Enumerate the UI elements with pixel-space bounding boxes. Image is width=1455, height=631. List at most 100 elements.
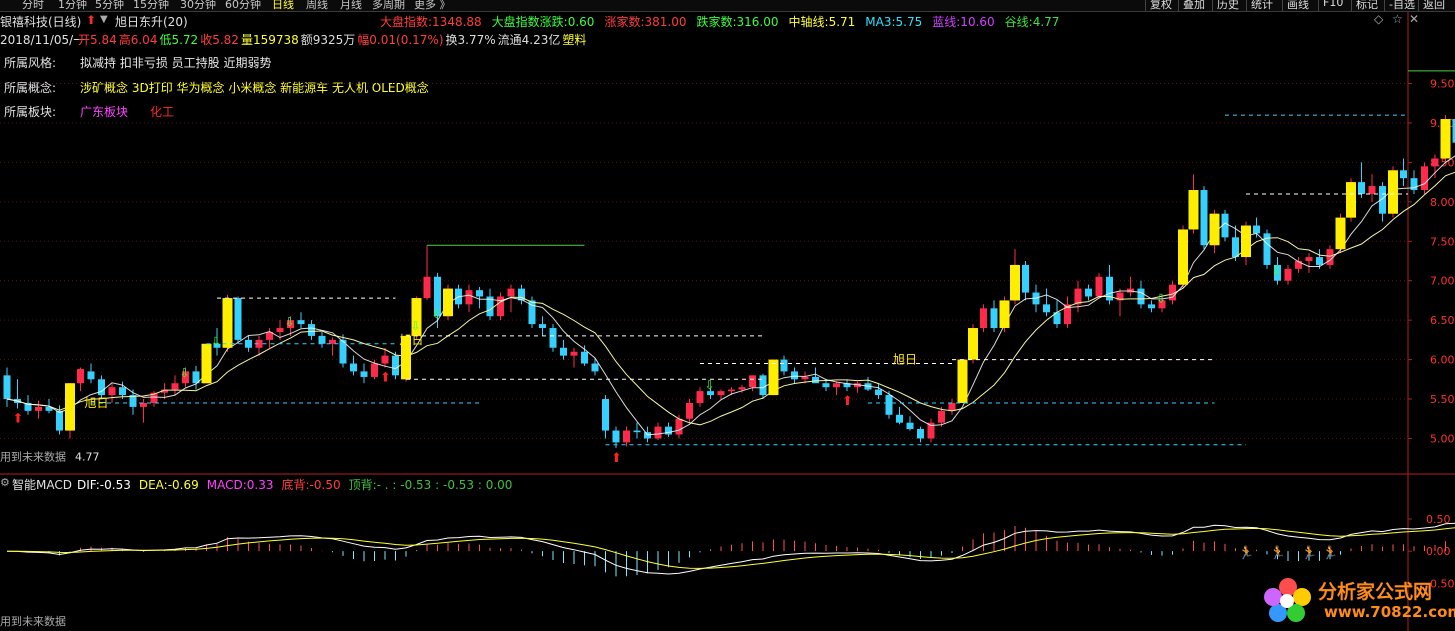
candle-body-124 <box>1305 257 1313 261</box>
candle-body-55 <box>581 351 588 364</box>
runner-icon-0: 🏃 <box>1238 545 1254 561</box>
macd-item-4: 顶背:- . : -0.53 : -0.53 : 0.00 <box>348 478 513 492</box>
candle-body-54 <box>570 351 578 356</box>
y-tick-label-0: 9.50 <box>1430 78 1455 91</box>
candle-body-117 <box>1232 237 1239 258</box>
candle-body-84 <box>885 395 893 415</box>
runner-icon-2: 🏃 <box>1301 545 1317 561</box>
candle-body-104 <box>1095 276 1103 297</box>
signal-bar-127 <box>1335 217 1346 250</box>
candle-body-56 <box>591 363 599 372</box>
candle-body-65 <box>686 402 693 419</box>
candle-body-86 <box>906 422 914 429</box>
red-up-arrow-icon-3: ⬆ <box>842 394 853 409</box>
signal-bar-128 <box>1346 182 1356 218</box>
candle-body-109 <box>1148 304 1155 309</box>
signal-bar-113 <box>1188 190 1199 230</box>
candle-body-70 <box>738 387 746 390</box>
candle-body-31 <box>329 339 336 344</box>
green-down-arrow-icon-4: ⇩ <box>432 307 442 321</box>
candle-body-16 <box>171 383 179 390</box>
macd-name: 智能MACD <box>12 478 72 492</box>
candle-body-83 <box>875 389 882 396</box>
macd-values: DIF:-0.53 DEA:-0.69 MACD:0.33 底背:-0.50 顶背:- … <box>77 476 520 493</box>
candle-body-36 <box>381 355 389 364</box>
signal-bar-6 <box>65 383 75 431</box>
kline-chart[interactable]: 9.509.008.508.007.507.006.506.005.505.00… <box>0 0 1455 631</box>
y-tick-label-8: 5.50 <box>1430 393 1455 406</box>
macd-item-3: 底背:-0.50 <box>281 478 341 492</box>
candle-body-28 <box>297 320 305 325</box>
candle-body-62 <box>654 426 662 439</box>
candle-body-129 <box>1358 182 1365 194</box>
candle-body-13 <box>140 402 147 407</box>
green-down-arrow-icon-6: ⇩ <box>1156 291 1166 305</box>
candle-body-126 <box>1326 249 1334 265</box>
candle-body-78 <box>822 383 830 388</box>
candle-body-51 <box>539 324 546 329</box>
signal-bar-42 <box>443 288 453 317</box>
candle-body-40 <box>423 276 431 299</box>
macd-settings-icon[interactable]: ⚙ <box>0 476 10 489</box>
macd-item-0: DIF:-0.53 <box>77 478 131 492</box>
candle-body-108 <box>1137 288 1145 305</box>
green-down-arrow-icon-2: ⇩ <box>285 315 295 329</box>
candle-body-85 <box>896 414 903 423</box>
candle-body-72 <box>759 375 767 396</box>
candle-body-45 <box>476 290 483 297</box>
watermark-logo: 分析家公式网 www.70822.com <box>1258 573 1455 625</box>
candle-body-57 <box>602 399 609 431</box>
candle-body-3 <box>35 406 42 411</box>
macd-item-1: DEA:-0.69 <box>138 478 199 492</box>
candle-body-5 <box>56 410 63 431</box>
candle-body-8 <box>87 371 95 380</box>
y-tick-label-5: 7.00 <box>1430 275 1455 288</box>
candle-body-69 <box>728 389 735 392</box>
candle-body-97 <box>1022 264 1029 293</box>
ma-line-fast <box>6 155 1455 436</box>
signal-bar-137 <box>1440 119 1451 159</box>
green-down-arrow-icon-0: ⇩ <box>180 366 190 380</box>
future-data-note-macd: 用到未来数据 <box>0 614 66 628</box>
candle-body-122 <box>1284 268 1292 281</box>
candle-body-34 <box>360 371 368 377</box>
y-tick-label-7: 6.00 <box>1430 354 1455 367</box>
ma-line-slow <box>6 171 1455 426</box>
signal-bar-92 <box>968 328 978 360</box>
signal-bar-95 <box>999 300 1010 329</box>
signal-bar-115 <box>1209 213 1220 246</box>
candle-body-103 <box>1085 288 1092 297</box>
signal-label-1: 旭日 <box>400 333 424 347</box>
candle-body-133 <box>1400 170 1407 179</box>
candle-body-26 <box>276 328 284 332</box>
green-down-arrow-icon-7: ⇩ <box>1272 264 1282 278</box>
candle-body-130 <box>1368 186 1376 194</box>
signal-label-0: 旭日 <box>85 396 109 410</box>
candle-body-102 <box>1074 288 1082 305</box>
candle-body-35 <box>371 363 378 377</box>
candle-body-22 <box>234 298 242 340</box>
flower-icon <box>1264 578 1311 622</box>
signal-bar-132 <box>1388 170 1398 214</box>
candle-body-48 <box>507 288 515 297</box>
green-down-arrow-icon-1: ⇩ <box>211 335 221 349</box>
red-up-arrow-icon-1: ⬆ <box>380 370 391 385</box>
signal-bar-96 <box>1010 264 1020 301</box>
candle-body-135 <box>1421 166 1428 191</box>
runner-icon-3: 🏃 <box>1322 545 1338 561</box>
y-tick-label-9: 5.00 <box>1430 432 1455 445</box>
candle-body-33 <box>350 363 357 372</box>
candle-body-10 <box>108 387 116 396</box>
candle-body-29 <box>308 324 315 336</box>
candle-body-93 <box>980 308 987 329</box>
signal-bar-118 <box>1241 225 1251 258</box>
candle-body-99 <box>1043 304 1050 313</box>
candle-body-44 <box>465 290 473 305</box>
green-down-arrow-icon-5: ⇩ <box>705 378 715 392</box>
candle-body-119 <box>1253 225 1260 234</box>
candle-body-75 <box>791 371 798 380</box>
signal-bar-21 <box>222 298 233 348</box>
green-down-arrow-icon-3: ⇩ <box>411 319 421 333</box>
candle-body-58 <box>612 430 620 443</box>
signal-bar-91 <box>957 359 968 403</box>
